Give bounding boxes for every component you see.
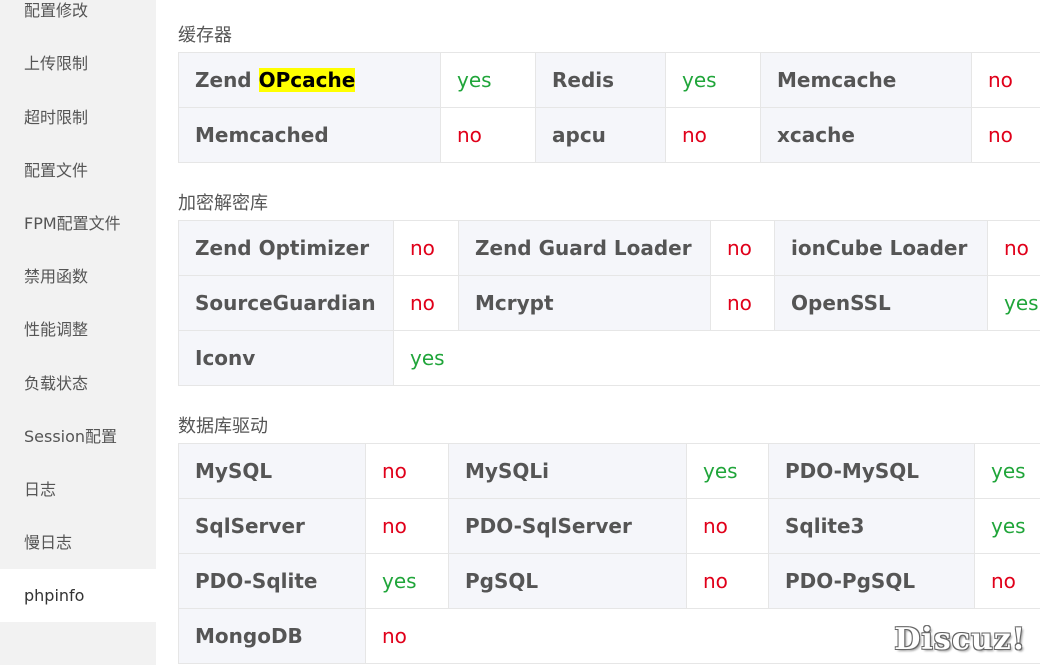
sidebar-item-phpinfo[interactable]: phpinfo	[0, 569, 156, 622]
status-value: no	[710, 275, 775, 331]
section-title-cache: 缓存器	[178, 25, 232, 46]
watermark-logo: Discuz!	[894, 622, 1026, 657]
extension-name: ionCube Loader	[774, 220, 988, 276]
extension-name: Zend Guard Loader	[458, 220, 711, 276]
status-value: yes	[665, 52, 761, 108]
extension-name: Memcached	[178, 107, 441, 163]
extension-name: Mcrypt	[458, 275, 711, 331]
sidebar-item-load-status[interactable]: 负载状态	[0, 357, 156, 410]
sidebar-item-performance[interactable]: 性能调整	[0, 303, 156, 356]
sidebar-item-slow-log[interactable]: 慢日志	[0, 516, 156, 569]
status-value: no	[440, 107, 536, 163]
extension-name: PDO-PgSQL	[768, 553, 975, 609]
status-value: no	[971, 107, 1040, 163]
section-title-crypto: 加密解密库	[178, 193, 268, 214]
table-row: MySQL no MySQLi yes PDO-MySQL yes	[178, 443, 1040, 499]
extension-name: Zend OPcache	[178, 52, 441, 108]
sidebar: 配置修改 上传限制 超时限制 配置文件 FPM配置文件 禁用函数 性能调整 负载…	[0, 0, 156, 665]
status-value: yes	[974, 443, 1040, 499]
name-prefix: Zend	[195, 68, 259, 92]
status-value: yes	[686, 443, 769, 499]
sidebar-item-upload-limit[interactable]: 上传限制	[0, 37, 156, 90]
status-value: yes	[974, 498, 1040, 554]
extension-name: MySQLi	[448, 443, 687, 499]
table-row: Iconv yes	[178, 330, 1040, 386]
sidebar-item-session-config[interactable]: Session配置	[0, 410, 156, 463]
status-value: no	[365, 443, 449, 499]
table-row: SqlServer no PDO-SqlServer no Sqlite3 ye…	[178, 498, 1040, 554]
status-value: yes	[440, 52, 536, 108]
extension-name: Redis	[535, 52, 666, 108]
extension-name: Sqlite3	[768, 498, 975, 554]
extension-name: Memcache	[760, 52, 972, 108]
status-value: no	[686, 553, 769, 609]
sidebar-item-log[interactable]: 日志	[0, 463, 156, 516]
sidebar-item-config-edit[interactable]: 配置修改	[0, 0, 156, 37]
extension-name: MongoDB	[178, 608, 366, 664]
table-row: Memcached no apcu no xcache no	[178, 107, 1040, 163]
extension-name: MySQL	[178, 443, 366, 499]
extension-name: apcu	[535, 107, 666, 163]
extension-name: PgSQL	[448, 553, 687, 609]
status-value: no	[365, 498, 449, 554]
extension-name: SqlServer	[178, 498, 366, 554]
table-row: Zend OPcache yes Redis yes Memcache no	[178, 52, 1040, 108]
status-value: no	[686, 498, 769, 554]
crypto-table: Zend Optimizer no Zend Guard Loader no i…	[178, 220, 1040, 386]
sidebar-item-fpm-config[interactable]: FPM配置文件	[0, 197, 156, 250]
extension-name: SourceGuardian	[178, 275, 394, 331]
status-value: yes	[365, 553, 449, 609]
extension-name: Zend Optimizer	[178, 220, 394, 276]
status-value: no	[393, 220, 459, 276]
extension-name: PDO-SqlServer	[448, 498, 687, 554]
table-row: PDO-Sqlite yes PgSQL no PDO-PgSQL no	[178, 553, 1040, 609]
status-value: no	[393, 275, 459, 331]
status-value: no	[665, 107, 761, 163]
search-highlight: OPcache	[258, 68, 356, 92]
extension-name: PDO-MySQL	[768, 443, 975, 499]
status-value: no	[710, 220, 775, 276]
cache-table: Zend OPcache yes Redis yes Memcache no M…	[178, 52, 1040, 163]
section-title-db: 数据库驱动	[178, 416, 268, 437]
status-value: no	[971, 52, 1040, 108]
extension-name: PDO-Sqlite	[178, 553, 366, 609]
extension-name: Iconv	[178, 330, 394, 386]
status-value: no	[974, 553, 1040, 609]
sidebar-item-timeout-limit[interactable]: 超时限制	[0, 91, 156, 144]
status-value: yes	[393, 330, 1040, 386]
status-value: no	[987, 220, 1040, 276]
sidebar-item-config-file[interactable]: 配置文件	[0, 144, 156, 197]
table-row: Zend Optimizer no Zend Guard Loader no i…	[178, 220, 1040, 276]
extension-name: OpenSSL	[774, 275, 988, 331]
sidebar-item-disabled-functions[interactable]: 禁用函数	[0, 250, 156, 303]
extension-name: xcache	[760, 107, 972, 163]
table-row: SourceGuardian no Mcrypt no OpenSSL yes	[178, 275, 1040, 331]
status-value: yes	[987, 275, 1040, 331]
